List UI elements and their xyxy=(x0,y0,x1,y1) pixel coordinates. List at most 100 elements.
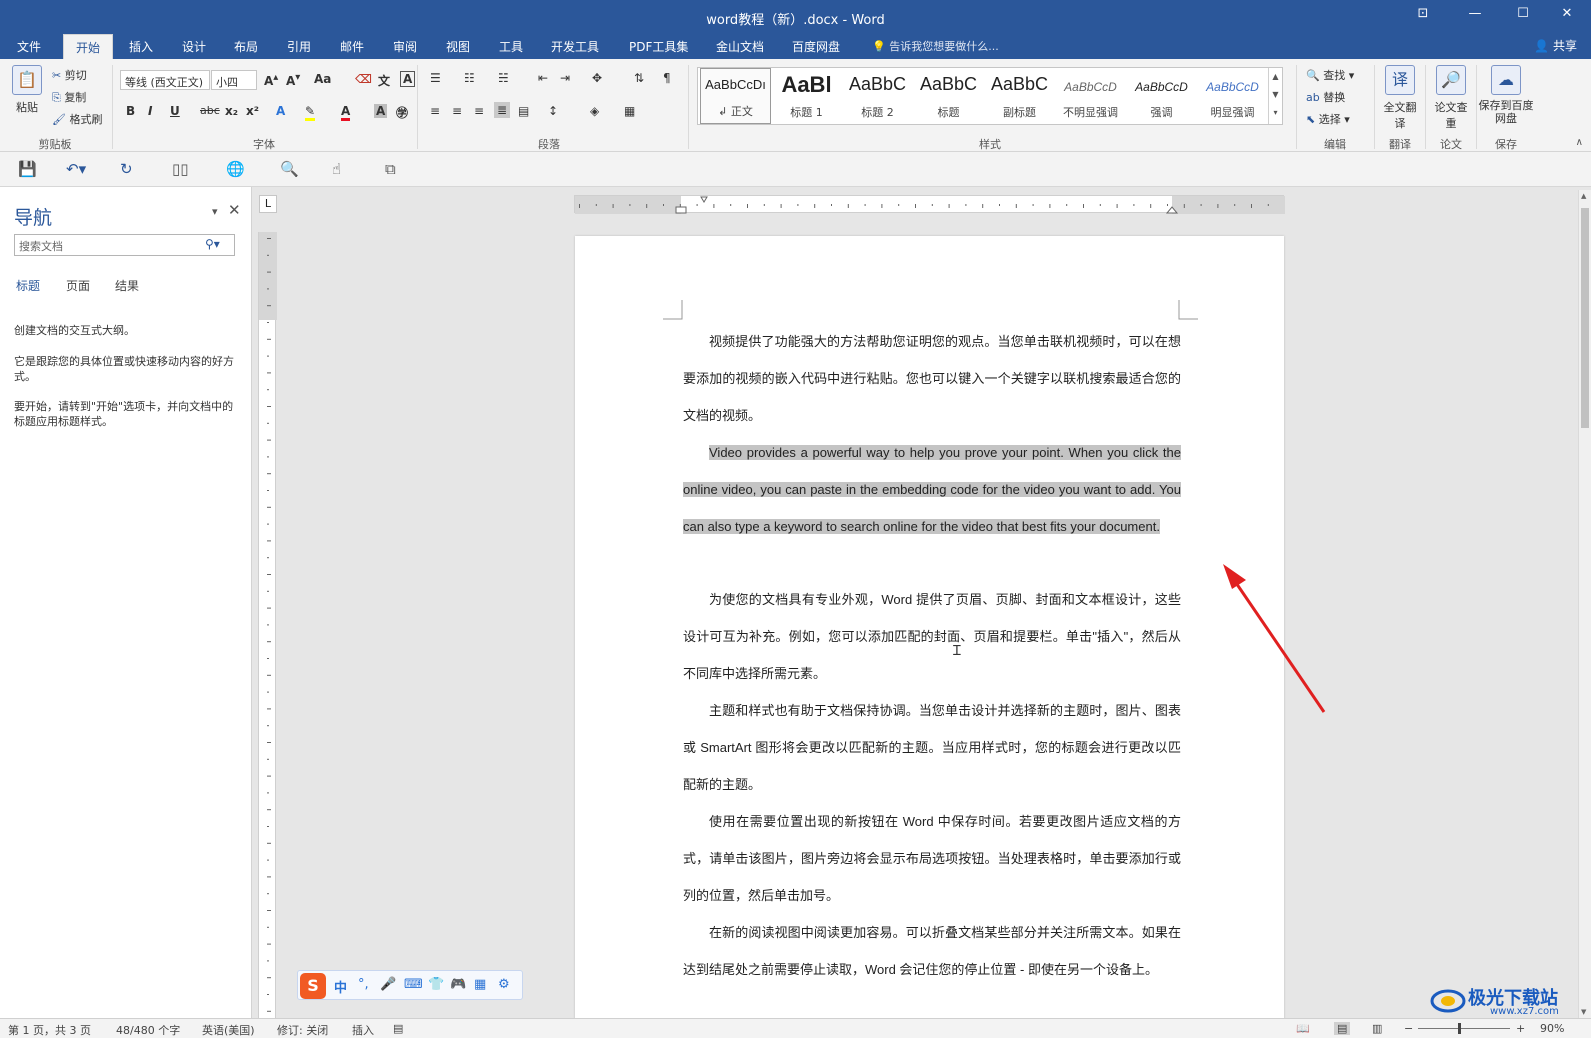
macro-icon[interactable]: ▤ xyxy=(393,1022,403,1035)
touch-mode-icon[interactable]: ☝ xyxy=(332,160,341,178)
clear-format-icon[interactable]: ⌫ xyxy=(355,72,372,86)
justify-icon[interactable]: ≣ xyxy=(494,102,511,118)
style-normal[interactable]: AaBbCcDı ↲ 正文 xyxy=(700,68,771,124)
horizontal-ruler[interactable] xyxy=(574,195,1285,214)
tab-kingsoft-docs[interactable]: 金山文档 xyxy=(716,38,764,55)
paragraph[interactable]: 主题和样式也有助于文档保持协调。当您单击设计并选择新的主题时，图片、图表或 Sm… xyxy=(683,692,1181,803)
strikethrough-icon[interactable]: abc xyxy=(200,104,220,117)
find-button[interactable]: 🔍 查找 ▾ xyxy=(1306,67,1354,83)
scroll-thumb[interactable] xyxy=(1581,208,1589,428)
microphone-icon[interactable]: 🎤 xyxy=(380,977,396,992)
print-preview-icon[interactable]: 🔍 xyxy=(280,160,299,178)
font-color-icon[interactable]: A xyxy=(341,104,351,121)
vertical-ruler[interactable] xyxy=(258,232,277,1018)
nav-tab-results[interactable]: 结果 xyxy=(115,277,139,294)
tell-me-search[interactable]: 💡 告诉我您想要做什么... xyxy=(872,38,999,54)
undo-icon[interactable]: ↶▾ xyxy=(66,160,86,178)
game-icon[interactable]: 🎮 xyxy=(450,977,466,992)
style-title[interactable]: AaBbC 标题 xyxy=(913,68,984,124)
tab-design[interactable]: 设计 xyxy=(182,38,206,55)
font-name-select[interactable]: 等线 (西文正文) xyxy=(120,70,210,90)
paper-check-button[interactable]: 🔎 论文查重 xyxy=(1431,65,1471,131)
gallery-scroll-icon[interactable]: ▲ ▼ ▾ xyxy=(1268,68,1282,124)
highlight-icon[interactable]: ✎ xyxy=(305,104,316,121)
align-center-icon[interactable]: ≡ xyxy=(452,104,462,118)
bold-icon[interactable]: B xyxy=(126,104,135,118)
increase-indent-icon[interactable]: ⇥ xyxy=(560,71,570,85)
paragraph[interactable]: 视频提供了功能强大的方法帮助您证明您的观点。当您单击联机视频时，可以在想要添加的… xyxy=(683,323,1181,434)
punctuation-icon[interactable]: °, xyxy=(358,977,369,992)
settings-icon[interactable]: ⚙ xyxy=(498,977,510,992)
tab-references[interactable]: 引用 xyxy=(287,38,311,55)
document-page[interactable]: 视频提供了功能强大的方法帮助您证明您的观点。当您单击联机视频时，可以在想要添加的… xyxy=(575,236,1284,1022)
tab-mailings[interactable]: 邮件 xyxy=(340,38,364,55)
save-baidu-button[interactable]: ☁ 保存到百度网盘 xyxy=(1478,65,1534,125)
save-icon[interactable]: 💾 xyxy=(18,160,37,178)
share-button[interactable]: 👤 共享 xyxy=(1534,37,1577,54)
nav-close-icon[interactable]: ✕ xyxy=(228,201,241,219)
read-mode-view-icon[interactable]: 📖 xyxy=(1296,1022,1310,1035)
paragraph[interactable]: 为使您的文档具有专业外观，Word 提供了页眉、页脚、封面和文本框设计，这些设计… xyxy=(683,581,1181,692)
style-subtitle[interactable]: AaBbC 副标题 xyxy=(984,68,1055,124)
tab-layout[interactable]: 布局 xyxy=(234,38,258,55)
decrease-indent-icon[interactable]: ⇤ xyxy=(538,71,548,85)
show-marks-icon[interactable]: ¶ xyxy=(663,71,671,85)
nav-options-icon[interactable]: ▾ xyxy=(212,205,218,218)
zoom-slider-thumb[interactable] xyxy=(1458,1023,1461,1034)
maximize-button[interactable]: ☐ xyxy=(1508,6,1538,21)
style-heading2[interactable]: AaBbC 标题 2 xyxy=(842,68,913,124)
selected-text[interactable]: Video provides a powerful way to help yo… xyxy=(683,445,1181,534)
text-effects-icon[interactable]: A xyxy=(276,104,285,118)
zoom-level[interactable]: 90% xyxy=(1540,1022,1564,1035)
numbering-icon[interactable]: ☷ xyxy=(464,71,475,85)
multilevel-list-icon[interactable]: ☵ xyxy=(498,71,509,85)
tab-file[interactable]: 文件 xyxy=(17,38,41,55)
search-icon[interactable]: ⚲▾ xyxy=(205,237,220,251)
toolbox-icon[interactable]: ▦ xyxy=(474,977,486,992)
track-changes-status[interactable]: 修订: 关闭 xyxy=(277,1022,328,1038)
tab-home[interactable]: 开始 xyxy=(63,34,114,59)
font-size-select[interactable]: 小四 xyxy=(211,70,257,90)
tab-review[interactable]: 审阅 xyxy=(393,38,417,55)
paragraph[interactable]: 在新的阅读视图中阅读更加容易。可以折叠文档某些部分并关注所需文本。如果在达到结尾… xyxy=(683,914,1181,988)
customize-qat-icon[interactable]: ⧉ xyxy=(385,160,396,178)
read-mode-icon[interactable]: ▯▯ xyxy=(172,160,189,178)
scroll-down-icon[interactable]: ▼ xyxy=(1581,1008,1586,1016)
nav-tab-pages[interactable]: 页面 xyxy=(66,277,90,294)
align-left-icon[interactable]: ≡ xyxy=(430,104,440,118)
full-translate-button[interactable]: 译 全文翻译 xyxy=(1380,65,1420,131)
style-heading1[interactable]: AaBl 标题 1 xyxy=(771,68,842,124)
cut-button[interactable]: ✂ 剪切 xyxy=(52,67,87,83)
italic-icon[interactable]: I xyxy=(148,104,152,118)
language-status[interactable]: 英语(美国) xyxy=(202,1022,255,1038)
tab-baidu-netdisk[interactable]: 百度网盘 xyxy=(792,38,840,55)
underline-icon[interactable]: U xyxy=(170,104,180,118)
style-subtle-emphasis[interactable]: AaBbCcD 不明显强调 xyxy=(1055,68,1126,124)
enclose-char-icon[interactable]: ㊫ xyxy=(396,104,408,121)
skin-icon[interactable]: 👕 xyxy=(428,977,444,992)
bullets-icon[interactable]: ☰ xyxy=(430,71,441,85)
redo-icon[interactable]: ↻ xyxy=(120,160,133,178)
shading-icon[interactable]: ◈ xyxy=(590,104,599,118)
sogou-logo-icon[interactable]: S xyxy=(300,973,326,999)
minimize-button[interactable]: — xyxy=(1460,6,1490,21)
subscript-icon[interactable]: x₂ xyxy=(225,104,238,118)
close-button[interactable]: ✕ xyxy=(1552,6,1582,21)
zoom-slider[interactable] xyxy=(1418,1028,1510,1029)
ribbon-display-icon[interactable]: ⊡ xyxy=(1408,6,1438,21)
nav-search-input[interactable]: 搜索文档 xyxy=(14,234,235,256)
scroll-up-icon[interactable]: ▲ xyxy=(1581,192,1586,200)
replace-button[interactable]: ab 替换 xyxy=(1306,89,1345,105)
web-layout-icon[interactable]: 🌐 xyxy=(226,160,245,178)
superscript-icon[interactable]: x² xyxy=(246,104,259,118)
paste-button[interactable]: 📋 粘贴 xyxy=(10,65,44,115)
paragraph[interactable]: 使用在需要位置出现的新按钮在 Word 中保存时间。若要更改图片适应文档的方式，… xyxy=(683,803,1181,914)
borders-icon[interactable]: ▦ xyxy=(624,104,635,118)
tab-insert[interactable]: 插入 xyxy=(129,38,153,55)
print-layout-view-icon[interactable]: ▤ xyxy=(1334,1022,1351,1035)
select-button[interactable]: ⬉ 选择 ▾ xyxy=(1306,111,1350,127)
zoom-in-icon[interactable]: + xyxy=(1516,1022,1525,1035)
tab-selector-icon[interactable]: L xyxy=(259,195,277,213)
word-count[interactable]: 48/480 个字 xyxy=(116,1022,180,1038)
ime-lang-toggle[interactable]: 中 xyxy=(334,977,347,996)
